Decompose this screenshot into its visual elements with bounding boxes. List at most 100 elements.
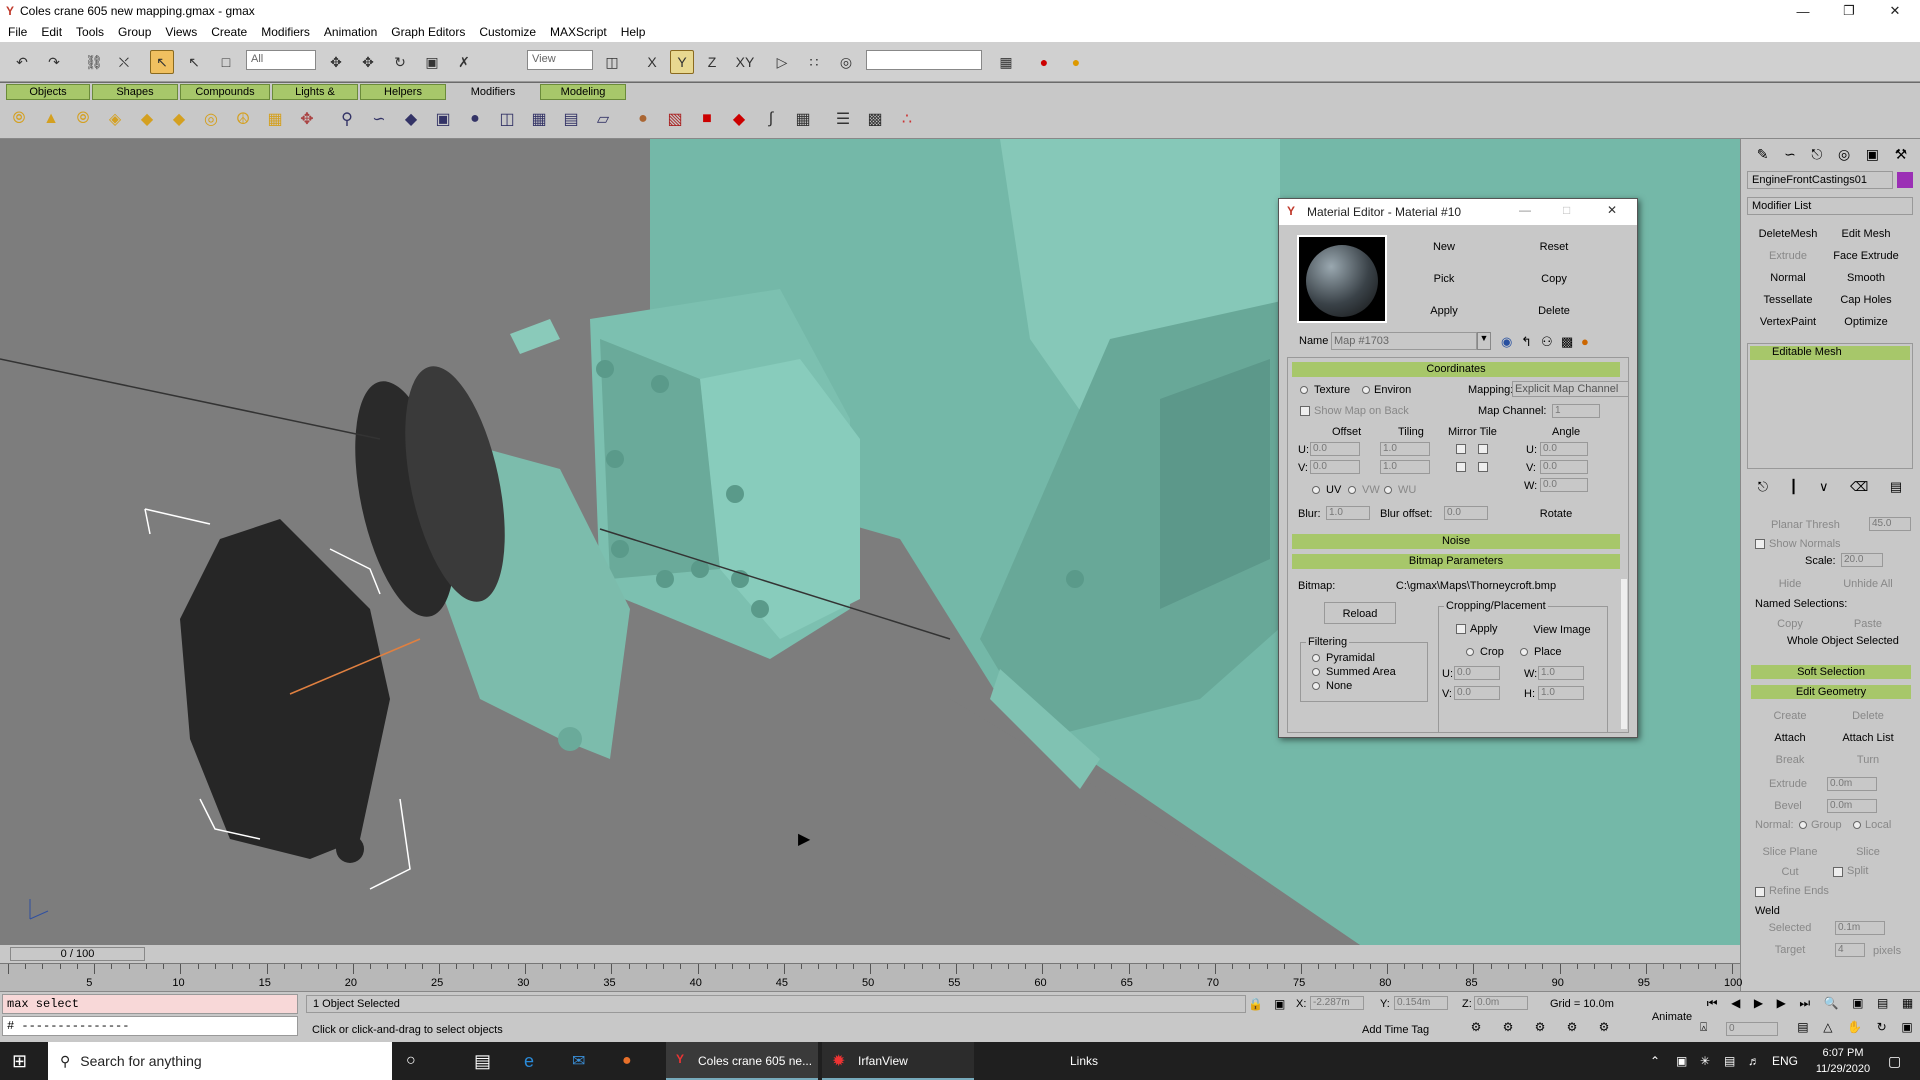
pin-stack-icon[interactable]: ⎋	[1758, 479, 1768, 497]
zoom-all-icon[interactable]: ▣	[1852, 996, 1863, 1016]
weld-target-spinner[interactable]: 4	[1835, 943, 1865, 957]
named-selection-dropdown[interactable]	[866, 50, 982, 70]
vw-radio[interactable]	[1348, 486, 1356, 494]
slice-button[interactable]: Slice	[1833, 843, 1903, 861]
array-icon[interactable]: ∷	[802, 50, 826, 74]
key-mode-icon[interactable]: ⍓	[1700, 1020, 1720, 1038]
edit-mesh-icon[interactable]: ▣	[432, 108, 454, 130]
angle-v-spinner[interactable]: 0.0	[1540, 460, 1588, 474]
sphere-icon[interactable]: ●	[464, 108, 486, 130]
bevel-button[interactable]: Bevel	[1755, 797, 1821, 815]
cut-button[interactable]: Cut	[1755, 863, 1825, 881]
utilities-tab-icon[interactable]: ⚒	[1895, 146, 1908, 163]
percent-snap-icon[interactable]: ⚙	[1535, 1020, 1546, 1038]
lights-icon[interactable]: ■	[696, 108, 718, 130]
extrude-spinner[interactable]: 0.0m	[1827, 777, 1877, 791]
angle-snap-icon[interactable]: ⚙	[1503, 1020, 1514, 1038]
wave-icon[interactable]: ☮	[232, 108, 254, 130]
attach-list-button[interactable]: Attach List	[1833, 729, 1903, 747]
undo-icon[interactable]: ↶	[10, 50, 34, 74]
extrude-mod-button[interactable]: Extrude	[1751, 247, 1825, 265]
tab-lights-cameras[interactable]: Lights & Cameras	[272, 84, 358, 112]
new-button[interactable]: New	[1403, 235, 1485, 257]
use-center-icon[interactable]: ◫	[600, 50, 624, 74]
copy-button[interactable]: Copy	[1513, 267, 1595, 289]
material-sample-slot[interactable]	[1297, 235, 1387, 323]
uv-radio[interactable]	[1312, 486, 1320, 494]
menu-tools[interactable]: Tools	[76, 25, 104, 39]
lattice-icon[interactable]: ▦	[528, 108, 550, 130]
tray-chevron-icon[interactable]: ⌃	[1650, 1042, 1660, 1080]
stretch-icon[interactable]: ◆	[136, 108, 158, 130]
crop-radio[interactable]	[1466, 648, 1474, 656]
volume-icon[interactable]: ♬	[1748, 1042, 1760, 1080]
mirror-icon[interactable]: ▷	[770, 50, 794, 74]
bones-icon[interactable]: ▦	[792, 108, 814, 130]
mail-icon[interactable]: ✉	[572, 1042, 585, 1080]
render-scene-icon[interactable]: ●	[1032, 50, 1056, 74]
normal-mod-button[interactable]: Normal	[1751, 269, 1825, 287]
bluetooth-icon[interactable]: ✳	[1700, 1042, 1710, 1080]
pick-button[interactable]: Pick	[1403, 267, 1485, 289]
redo-icon[interactable]: ↷	[42, 50, 66, 74]
maxscript-listener-output[interactable]: # ---------------	[2, 1016, 298, 1036]
windows-start-icon[interactable]: ⊞	[12, 1042, 27, 1080]
split-checkbox[interactable]	[1833, 867, 1843, 877]
menu-animation[interactable]: Animation	[324, 25, 377, 39]
tab-compounds[interactable]: Compounds	[180, 84, 270, 100]
maxscript-listener-input[interactable]: max select	[2, 994, 298, 1014]
crop-apply-checkbox[interactable]	[1456, 624, 1466, 634]
vertexpaint-button[interactable]: VertexPaint	[1751, 313, 1825, 331]
tiling-u-spinner[interactable]: 1.0	[1380, 442, 1430, 456]
copy-sel-button[interactable]: Copy	[1755, 615, 1825, 633]
weld-threshold-spinner[interactable]: 0.1m	[1835, 921, 1885, 935]
bitmap-path-button[interactable]: C:\gmax\Maps\Thorneycroft.bmp	[1342, 574, 1610, 596]
select-move-icon[interactable]: ✥	[324, 50, 348, 74]
menu-customize[interactable]: Customize	[479, 25, 536, 39]
track-view-icon[interactable]: ▦	[994, 50, 1018, 74]
crop-u-spinner[interactable]: 0.0	[1454, 666, 1500, 680]
taskbar-app-gmax[interactable]: Y Coles crane 605 ne...	[666, 1042, 818, 1080]
spinner-snap-icon[interactable]: ⚙	[1567, 1020, 1578, 1038]
environ-radio[interactable]	[1362, 386, 1370, 394]
task-view-icon[interactable]: ○	[406, 1042, 416, 1080]
configure-sets-icon[interactable]: ▤	[1890, 479, 1902, 497]
minimize-button[interactable]: —	[1519, 203, 1531, 217]
tab-modifiers[interactable]: Modifiers	[448, 84, 538, 100]
current-frame-field[interactable]: 0	[1726, 1022, 1778, 1036]
link-icon[interactable]: ⛓	[82, 50, 106, 74]
diamond-icon[interactable]: ◆	[728, 108, 750, 130]
object-name-field[interactable]: EngineFrontCastings01	[1747, 171, 1893, 189]
mapping-dropdown[interactable]: Explicit Map Channel	[1512, 381, 1628, 397]
unhide-all-button[interactable]: Unhide All	[1833, 575, 1903, 593]
reset-button[interactable]: Reset	[1513, 235, 1595, 257]
display-tab-icon[interactable]: ▣	[1866, 146, 1879, 163]
edge-icon[interactable]: e	[524, 1042, 534, 1080]
group-radio[interactable]	[1799, 821, 1807, 829]
pick-material-icon[interactable]: ⚇	[1541, 334, 1553, 350]
noise-icon[interactable]: ◈	[104, 108, 126, 130]
view-image-button[interactable]: View Image	[1528, 618, 1596, 640]
add-time-tag-button[interactable]: Add Time Tag	[1362, 1024, 1429, 1036]
pivot-icon[interactable]: ✗	[452, 50, 476, 74]
shell-icon[interactable]: ▱	[592, 108, 614, 130]
menu-create[interactable]: Create	[211, 25, 247, 39]
select-move2-icon[interactable]: ✥	[356, 50, 380, 74]
crop-v-spinner[interactable]: 0.0	[1454, 686, 1500, 700]
y-coord-field[interactable]: 0.154m	[1394, 996, 1448, 1010]
tab-objects[interactable]: Objects	[6, 84, 90, 100]
pan-icon[interactable]: ✋	[1847, 1020, 1862, 1038]
stack-item-editable-mesh[interactable]: Editable Mesh	[1750, 346, 1910, 360]
soft-selection-rollout[interactable]: Soft Selection	[1751, 665, 1911, 679]
tile-u-checkbox[interactable]	[1478, 444, 1488, 454]
chevron-down-icon[interactable]: ▼	[1477, 332, 1491, 350]
map-channel-spinner[interactable]: 1	[1552, 404, 1600, 418]
axis-xy-button[interactable]: XY	[733, 50, 757, 74]
menu-graph-editors[interactable]: Graph Editors	[391, 25, 465, 39]
mirror-v-checkbox[interactable]	[1456, 462, 1466, 472]
create-tab-icon[interactable]: ✎	[1757, 146, 1769, 163]
show-normals-checkbox[interactable]	[1755, 539, 1765, 549]
local-radio[interactable]	[1853, 821, 1861, 829]
arc-rotate-icon[interactable]: ↻	[1877, 1020, 1887, 1038]
hide-button[interactable]: Hide	[1755, 575, 1825, 593]
